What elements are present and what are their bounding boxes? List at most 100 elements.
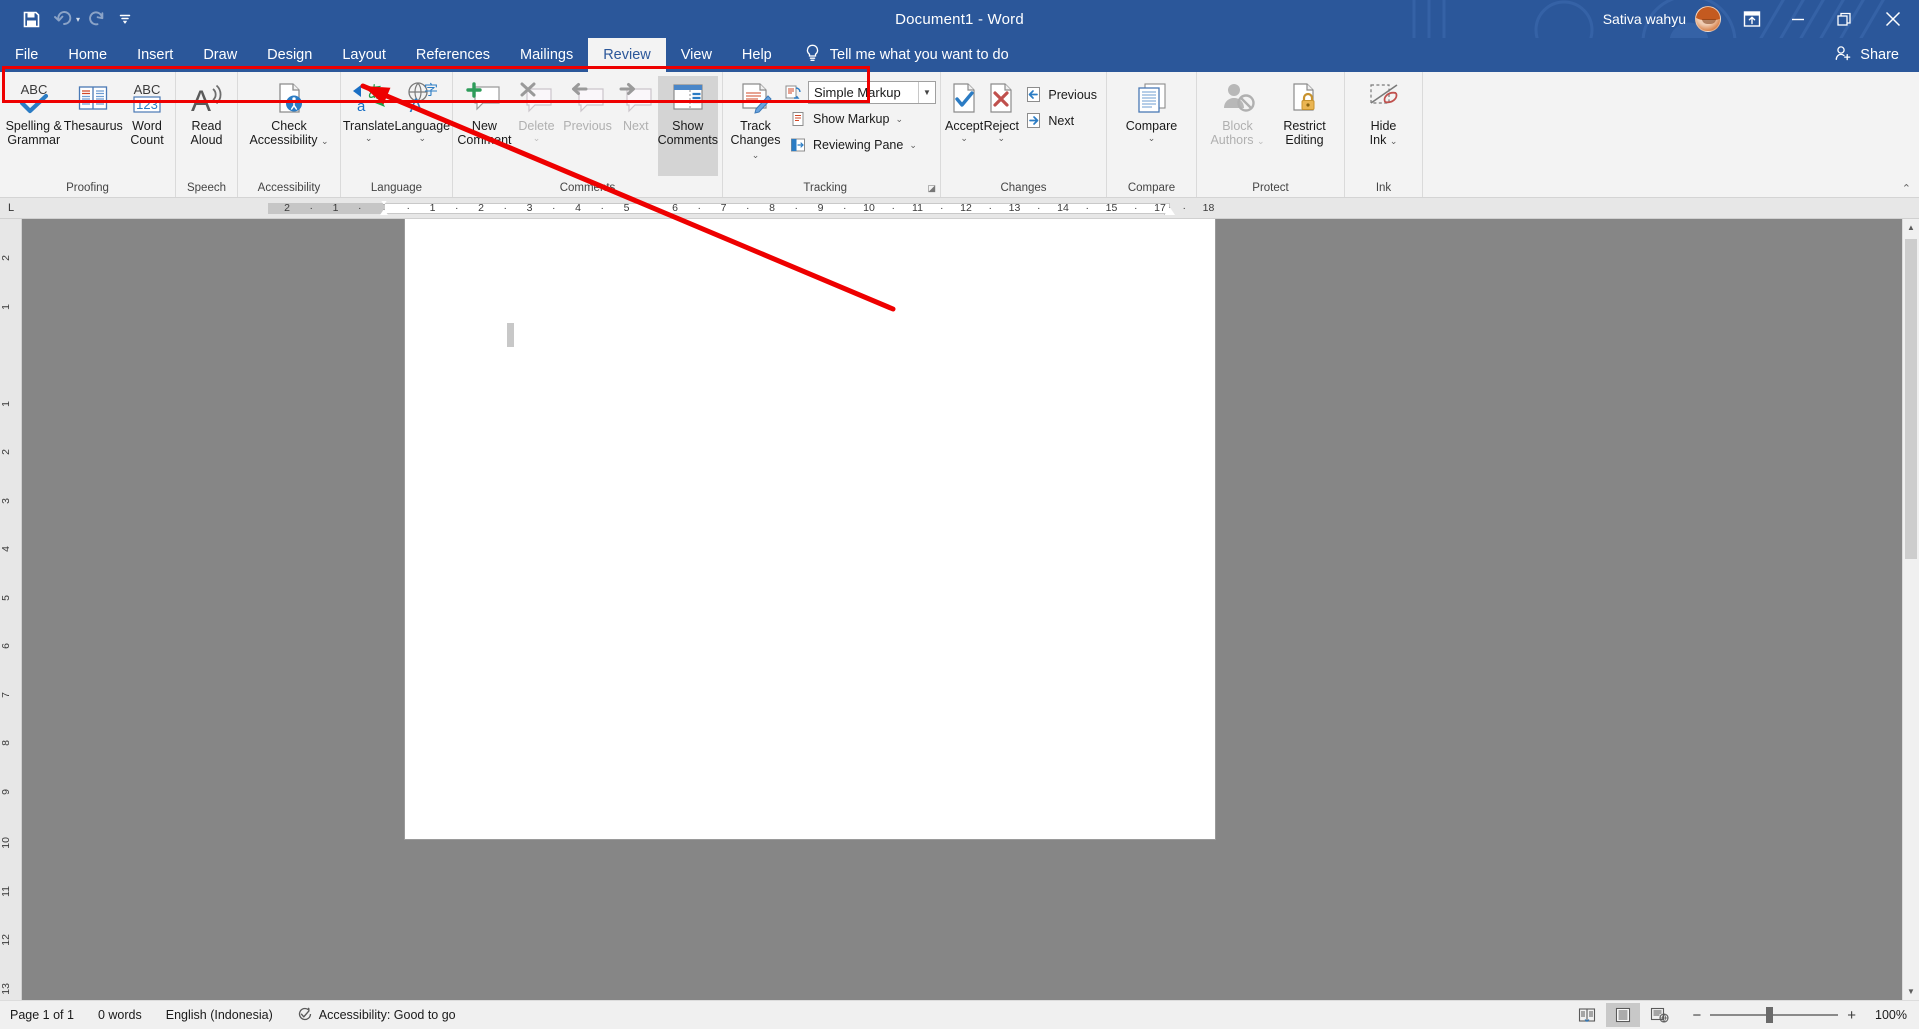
tell-me-search[interactable]: Tell me what you want to do <box>787 38 1023 72</box>
tab-review[interactable]: Review <box>588 38 666 72</box>
group-label-tracking: Tracking ◪ <box>723 179 940 197</box>
tab-design[interactable]: Design <box>252 38 327 72</box>
reject-change-dropdown-icon[interactable]: ⌄ <box>998 133 1006 143</box>
tab-view[interactable]: View <box>666 38 727 72</box>
markup-display-select[interactable]: Simple Markup ▼ <box>808 81 936 104</box>
reviewing-pane-button[interactable]: Reviewing Pane ⌄ <box>784 133 936 156</box>
new-comment-button[interactable]: New Comment <box>457 76 512 147</box>
previous-change-button[interactable]: Previous <box>1019 83 1102 106</box>
hide-ink-button[interactable]: Hide Ink ⌄ <box>1355 76 1413 147</box>
document-canvas[interactable] <box>22 219 1902 1000</box>
zoom-out-button[interactable]: − <box>1692 1007 1701 1024</box>
quick-access-toolbar[interactable]: ▾ <box>0 4 136 34</box>
tab-home[interactable]: Home <box>53 38 122 72</box>
accept-change-button[interactable]: Accept ⌄ <box>945 76 983 143</box>
translate-button[interactable]: aあ Translate ⌄ <box>343 76 395 143</box>
split-window-handle[interactable] <box>1903 971 1919 983</box>
markup-display-chevron-down-icon[interactable]: ▼ <box>918 82 935 103</box>
zoom-in-button[interactable]: + <box>1847 1007 1856 1024</box>
tab-file[interactable]: File <box>0 38 53 72</box>
avatar[interactable] <box>1695 6 1721 32</box>
reject-change-button[interactable]: Reject ⌄ <box>983 76 1019 143</box>
check-accessibility-dropdown-icon[interactable]: ⌄ <box>321 136 329 146</box>
hide-ink-dropdown-icon[interactable]: ⌄ <box>1390 136 1398 146</box>
read-aloud-button[interactable]: A Read Aloud <box>180 76 233 147</box>
zoom-control[interactable]: − + 100% <box>1692 1007 1907 1024</box>
page-number-status[interactable]: Page 1 of 1 <box>10 1008 74 1022</box>
thesaurus-button[interactable]: Thesaurus <box>64 76 124 133</box>
svg-text:A: A <box>410 96 423 115</box>
track-changes-button[interactable]: Track Changes ⌄ <box>727 76 784 161</box>
ribbon-display-options-icon[interactable] <box>1729 0 1775 38</box>
spelling-grammar-button[interactable]: ABC Spelling & Grammar <box>4 76 64 147</box>
tab-mailings[interactable]: Mailings <box>505 38 588 72</box>
language-button[interactable]: A字 Language ⌄ <box>395 76 450 143</box>
word-count-status[interactable]: 0 words <box>98 1008 142 1022</box>
zoom-slider-thumb[interactable] <box>1766 1007 1774 1023</box>
ribbon-tab-bar[interactable]: File Home Insert Draw Design Layout Refe… <box>0 38 1919 72</box>
show-comments-button[interactable]: Show Comments <box>657 76 718 176</box>
language-dropdown-icon[interactable]: ⌄ <box>419 133 427 143</box>
undo-icon[interactable] <box>48 4 78 34</box>
accessibility-checker-icon <box>297 1006 313 1025</box>
ruler-tick: 3 <box>526 202 533 214</box>
restrict-editing-button[interactable]: Restrict Editing <box>1272 76 1338 147</box>
compare-dropdown-icon[interactable]: ⌄ <box>1148 133 1156 143</box>
save-icon[interactable] <box>16 4 46 34</box>
scroll-down-icon[interactable]: ▼ <box>1903 983 1919 1000</box>
tab-references[interactable]: References <box>401 38 505 72</box>
horizontal-ruler[interactable]: 2 · 1 · 1 · 2 · 3 · 4 · 5 · 6 · 7 · 8 · 9 · 10 · 11 · 12 · 13 · 14 · 15 ·… <box>22 201 1919 215</box>
language-status[interactable]: English (Indonesia) <box>166 1008 273 1022</box>
customize-quick-access-toolbar-icon[interactable] <box>114 4 136 34</box>
tab-draw[interactable]: Draw <box>188 38 252 72</box>
check-accessibility-button[interactable]: Check Accessibility ⌄ <box>247 76 331 147</box>
next-change-button[interactable]: Next <box>1019 109 1102 132</box>
zoom-percent[interactable]: 100% <box>1865 1008 1907 1022</box>
delete-comment-button[interactable]: Delete ⌄ <box>512 76 561 143</box>
undo-dropdown-icon[interactable]: ▾ <box>76 15 80 24</box>
group-label-ink: Ink <box>1375 182 1392 194</box>
compare-label: Compare <box>1125 119 1178 133</box>
show-markup-button[interactable]: Show Markup ⌄ <box>784 107 936 130</box>
vertical-ruler[interactable]: 2 1 1 2 3 4 5 6 7 8 9 10 11 12 13 <box>0 219 22 1000</box>
accessibility-status[interactable]: Accessibility: Good to go <box>297 1006 456 1025</box>
collapse-ribbon-icon[interactable]: ⌃ <box>1902 182 1911 195</box>
tab-layout[interactable]: Layout <box>327 38 401 72</box>
share-button[interactable]: Share <box>1835 38 1919 72</box>
show-markup-chevron-down-icon[interactable]: ⌄ <box>895 114 903 124</box>
ruler-tick: 1 <box>332 202 339 214</box>
scrollbar-thumb[interactable] <box>1905 239 1917 559</box>
block-authors-dropdown-icon[interactable]: ⌄ <box>1257 136 1265 146</box>
accept-change-dropdown-icon[interactable]: ⌄ <box>960 133 968 143</box>
track-changes-dropdown-icon[interactable]: ⌄ <box>752 150 760 160</box>
vertical-scrollbar[interactable]: ▲ ▼ <box>1902 219 1919 1000</box>
document-page[interactable] <box>405 219 1215 839</box>
close-icon[interactable] <box>1867 0 1919 38</box>
block-authors-button[interactable]: Block Authors ⌄ <box>1204 76 1272 147</box>
word-count-button[interactable]: ABC 123 Word Count <box>123 76 171 147</box>
minimize-icon[interactable] <box>1775 0 1821 38</box>
print-layout-view-button[interactable] <box>1606 1003 1641 1027</box>
vertical-ruler-tick: 7 <box>0 691 12 698</box>
delete-comment-dropdown-icon[interactable]: ⌄ <box>533 133 541 143</box>
tracking-dialog-launcher-icon[interactable]: ◪ <box>927 179 936 197</box>
reviewing-pane-chevron-down-icon[interactable]: ⌄ <box>909 140 917 150</box>
translate-dropdown-icon[interactable]: ⌄ <box>365 133 373 143</box>
spelling-grammar-icon: ABC <box>16 80 52 116</box>
compare-button[interactable]: Compare ⌄ <box>1112 76 1192 143</box>
new-comment-label-1: New <box>471 119 497 133</box>
zoom-slider[interactable] <box>1710 1007 1839 1023</box>
tab-stop-selector[interactable]: L <box>0 202 22 214</box>
ruler-minor-tick: · <box>940 202 944 214</box>
scroll-up-icon[interactable]: ▲ <box>1903 219 1919 236</box>
title-bar: ▾ Document1 - Word Sativa wahyu <box>0 0 1919 38</box>
account-button[interactable]: Sativa wahyu <box>1603 6 1729 32</box>
web-layout-view-button[interactable] <box>1642 1003 1676 1027</box>
read-mode-view-button[interactable] <box>1570 1003 1604 1027</box>
restore-icon[interactable] <box>1821 0 1867 38</box>
next-comment-button[interactable]: Next <box>614 76 658 133</box>
tab-insert[interactable]: Insert <box>122 38 188 72</box>
previous-comment-button[interactable]: Previous <box>561 76 614 133</box>
tab-help[interactable]: Help <box>727 38 787 72</box>
redo-icon[interactable] <box>82 4 112 34</box>
